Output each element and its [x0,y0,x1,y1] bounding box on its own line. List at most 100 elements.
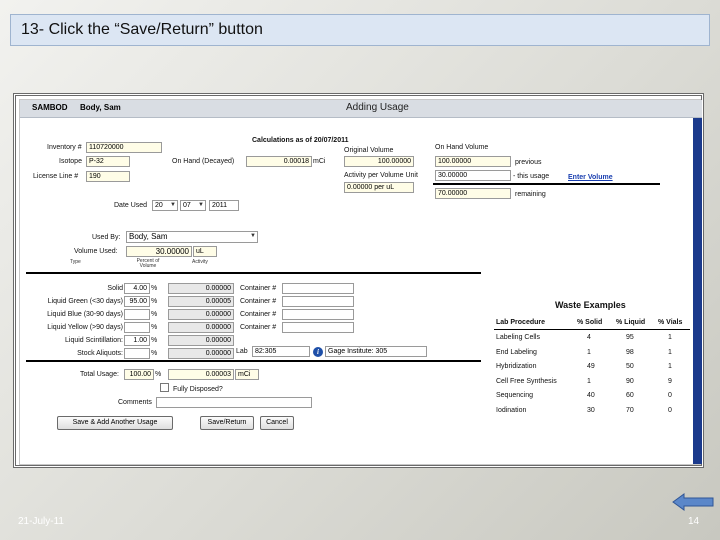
col-type: Type [70,259,81,265]
app-window: SAMBOD Body, Sam Adding Usage Inventory … [19,99,702,465]
date-day-select[interactable]: 20 ▼ [152,200,178,211]
percent-sign: % [151,285,158,292]
table-cell: 9 [668,377,672,385]
license-label: License Line # [33,173,79,180]
remaining-field: 70.00000 [435,188,511,199]
container-label: Container # [240,311,277,318]
percent-field[interactable] [124,348,150,359]
table-cell: 1 [668,348,672,356]
used-by-label: Used By: [92,234,121,241]
date-month-value: 07 [183,202,191,209]
original-volume-field: 100.00000 [344,156,414,167]
table-row-label: Labeling Cells [496,334,540,341]
this-usage-label: - this usage [513,173,550,180]
remaining-label: remaining [515,191,546,198]
activity-field: 0.00005 [168,296,234,307]
total-usage-label: Total Usage: [80,371,119,378]
gage-field: Gage Institute: 305 [325,346,427,357]
comments-field[interactable] [156,397,312,408]
container-label: Container # [240,324,277,331]
percent-sign: % [151,298,158,305]
fully-disposed-checkbox[interactable] [160,383,169,392]
cancel-button[interactable]: Cancel [260,416,294,430]
percent-field[interactable]: 1.00 [124,335,150,346]
vertical-scrollbar[interactable] [693,118,702,464]
col-percent: Percent of Volume [136,258,160,269]
percent-field[interactable] [124,322,150,333]
table-cell: 95 [626,334,634,341]
table-header: % Liquid [616,319,646,326]
used-by-select[interactable]: Body, Sam ▼ [126,231,258,243]
this-usage-field[interactable]: 30.00000 [435,170,511,181]
inventory-label: Inventory # [47,144,82,151]
table-cell: 49 [587,363,595,370]
table-cell: 1 [668,363,672,370]
table-row-label: Cell Free Synthesis [496,377,557,385]
inventory-field[interactable]: 110720000 [86,142,162,153]
container-field[interactable] [282,283,354,294]
table-cell: 98 [626,348,634,356]
table-cell: 1 [668,334,672,341]
table-cell: 1 [587,377,591,385]
fully-disposed-label: Fully Disposed? [173,386,223,393]
activity-field: 0.00000 [168,335,234,346]
table-cell: 60 [626,392,634,399]
table-header: Lab Procedure [496,319,546,326]
table-row-label: Iodination [496,406,527,414]
user-id: SAMBOD [32,103,68,112]
activity-field: 0.00000 [168,322,234,333]
percent-sign: % [151,324,158,331]
isotope-field[interactable]: P-32 [86,156,130,167]
table-header: % Vials [658,319,683,326]
date-month-select[interactable]: 07 ▼ [180,200,206,211]
original-volume-label: Original Volume [344,147,394,154]
divider [26,272,481,274]
previous-field: 100.00000 [435,156,511,167]
container-field[interactable] [282,296,354,307]
waste-examples-title: Waste Examples [555,300,626,310]
table-cell: 90 [626,377,634,385]
table-cell: 70 [626,406,634,414]
chevron-down-icon: ▼ [170,202,176,208]
on-hand-decayed-field: 0.00018 [246,156,312,167]
license-field[interactable]: 190 [86,171,130,182]
percent-sign: % [155,371,162,378]
percent-field[interactable]: 95.00 [124,296,150,307]
volume-used-unit: uL [193,246,217,257]
table-cell: 0 [668,392,672,399]
table-cell: 4 [587,334,591,341]
used-by-value: Body, Sam [129,232,168,241]
activity-per-volume-field: 0.00000 per uL [344,182,414,193]
container-field[interactable] [282,309,354,320]
table-cell: 40 [587,392,595,399]
lab-label: Lab [236,348,248,355]
activity-field: 0.00000 [168,309,234,320]
container-label: Container # [240,298,277,305]
page-title: Adding Usage [346,102,409,113]
date-year-field[interactable]: 2011 [209,200,239,211]
volume-used-label: Volume Used: [74,248,118,255]
screenshot-frame: SAMBOD Body, Sam Adding Usage Inventory … [13,93,704,468]
table-cell: 50 [626,363,634,370]
left-arrow-icon[interactable] [672,492,714,512]
save-return-button[interactable]: Save/Return [200,416,254,430]
waste-type-label: Liquid Blue (30-90 days) [47,311,123,318]
percent-field[interactable]: 4.00 [124,283,150,294]
percent-field[interactable] [124,309,150,320]
percent-sign: % [151,311,158,318]
table-row-label: Hybridization [496,363,537,370]
enter-volume-link[interactable]: Enter Volume [568,174,613,181]
waste-type-label: Liquid Scintillation: [65,337,123,344]
divider [26,360,481,362]
date-day-value: 20 [155,202,163,209]
table-row-label: Sequencing [496,392,533,399]
lab-field[interactable]: 82:305 [252,346,310,357]
activity-field: 0.00000 [168,348,234,359]
container-field[interactable] [282,322,354,333]
volume-used-field[interactable]: 30.00000 [126,246,192,257]
slide-date: 21-July-11 [18,516,64,527]
slide-title: 13- Click the “Save/Return” button [10,14,710,46]
divider [433,183,660,185]
save-add-another-button[interactable]: Save & Add Another Usage [57,416,173,430]
info-icon[interactable]: i [313,347,323,357]
